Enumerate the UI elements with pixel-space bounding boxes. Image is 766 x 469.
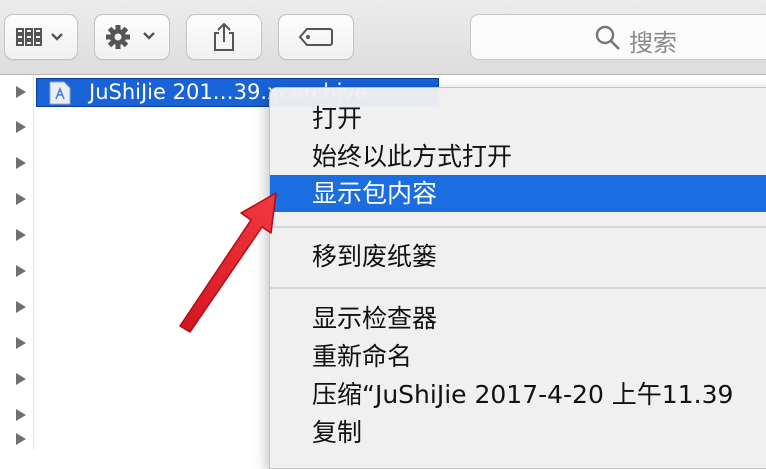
disclosure-triangle-icon[interactable]	[16, 337, 26, 349]
menu-item-always-open-with[interactable]: 始终以此方式打开	[270, 138, 766, 175]
disclosure-triangle-icon[interactable]	[16, 121, 26, 133]
menu-item-duplicate[interactable]: 复制	[270, 414, 766, 451]
disclosure-triangle-icon[interactable]	[16, 193, 26, 205]
view-options-button[interactable]	[4, 14, 78, 60]
finder-toolbar: 搜索	[0, 0, 766, 75]
menu-item-rename[interactable]: 重新命名	[270, 338, 766, 375]
disclosure-triangle-icon[interactable]	[16, 373, 26, 385]
disclosure-triangle-icon[interactable]	[16, 301, 26, 313]
menu-separator	[270, 287, 766, 289]
menu-item-open[interactable]: 打开	[270, 100, 766, 137]
tags-button[interactable]	[278, 14, 354, 60]
disclosure-triangle-icon[interactable]	[16, 265, 26, 277]
search-placeholder: 搜索	[629, 29, 677, 57]
menu-item-compress[interactable]: 压缩“JuShiJie 2017-4-20 上午11.39	[270, 376, 766, 413]
context-menu: 打开 始终以此方式打开 显示包内容 移到废纸篓 显示检查器 重新命名 压缩“Ju…	[269, 87, 766, 469]
share-icon	[214, 22, 234, 51]
disclosure-triangle-icon[interactable]	[16, 157, 26, 169]
disclosure-triangle-icon[interactable]	[16, 229, 26, 241]
xcarchive-file-icon	[49, 81, 71, 105]
disclosure-triangle-icon[interactable]	[16, 86, 26, 98]
share-button[interactable]	[186, 14, 262, 60]
column-divider	[33, 75, 34, 450]
disclosure-triangle-icon[interactable]	[16, 433, 26, 445]
search-field[interactable]: 搜索	[470, 14, 766, 60]
disclosure-triangle-icon[interactable]	[16, 409, 26, 421]
gear-icon	[106, 25, 155, 49]
tag-icon	[298, 28, 333, 46]
menu-separator	[270, 226, 766, 228]
menu-item-get-info[interactable]: 显示检查器	[270, 300, 766, 337]
search-icon	[595, 25, 620, 50]
grid-view-icon	[16, 28, 63, 46]
menu-item-show-package-contents[interactable]: 显示包内容	[270, 175, 766, 212]
action-menu-button[interactable]	[94, 14, 170, 60]
menu-item-move-to-trash[interactable]: 移到废纸篓	[270, 238, 766, 275]
